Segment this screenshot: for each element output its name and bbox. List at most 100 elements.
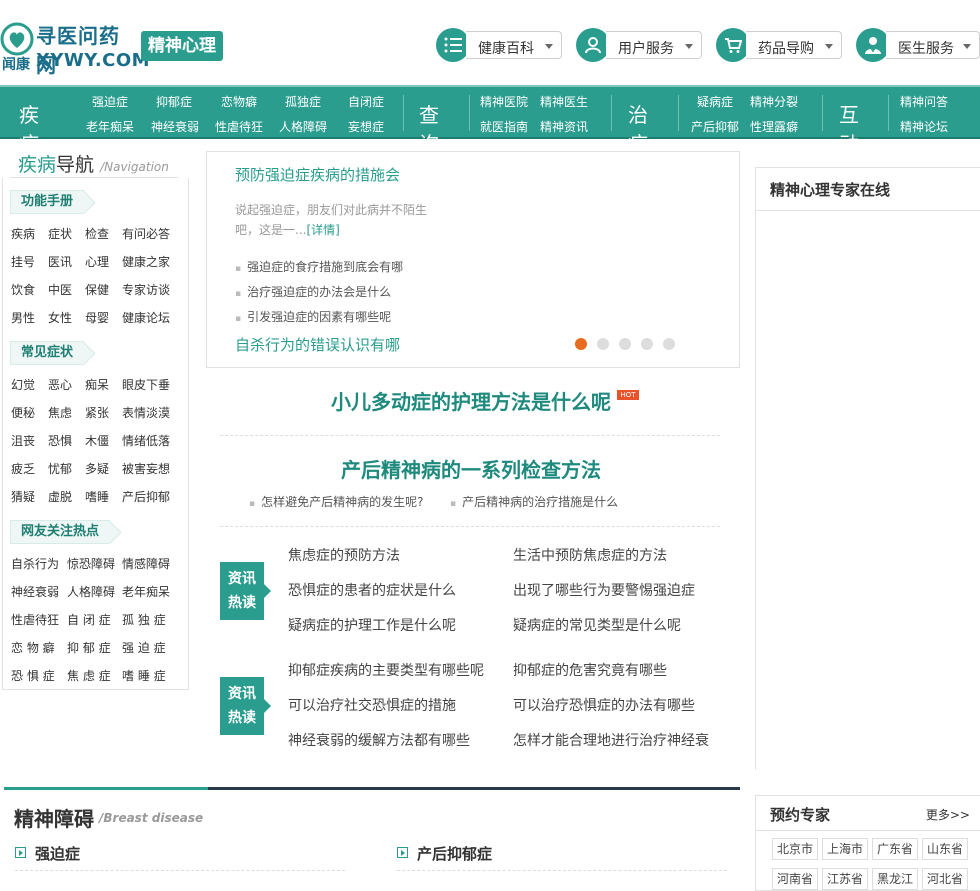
nav-link[interactable]: 老年痴呆	[86, 118, 134, 135]
grid-link[interactable]: 心理	[85, 253, 109, 270]
slider-dot[interactable]	[597, 338, 609, 350]
grid-link[interactable]: 表情淡漠	[122, 404, 170, 421]
slider-dot[interactable]	[663, 338, 675, 350]
reading-link[interactable]: 可以治疗恐惧症的办法有哪些	[513, 695, 695, 715]
nav-link[interactable]: 精神资讯	[540, 118, 588, 135]
reading-link[interactable]: 抑郁症的危害究竟有哪些	[513, 660, 667, 680]
grid-link[interactable]: 健康之家	[122, 253, 170, 270]
grid-link[interactable]: 中医	[48, 281, 72, 298]
grid-link[interactable]: 嗜睡	[85, 488, 109, 505]
slider-dot[interactable]	[641, 338, 653, 350]
list-item[interactable]: 引发强迫症的因素有哪些呢	[235, 308, 403, 333]
grid-link[interactable]: 紧张	[85, 404, 109, 421]
province-button[interactable]: 河南省	[772, 868, 819, 890]
reading-link[interactable]: 神经衰弱的缓解方法都有哪些	[288, 730, 470, 750]
nav-link[interactable]: 产后抑郁	[691, 118, 739, 135]
grid-link[interactable]: 嗜 睡 症	[122, 667, 166, 684]
province-button[interactable]: 上海市	[822, 838, 869, 860]
grid-link[interactable]: 情感障碍	[122, 555, 170, 572]
grid-link[interactable]: 母婴	[85, 309, 109, 326]
grid-link[interactable]: 猜疑	[11, 488, 35, 505]
slide-headline[interactable]: 预防强迫症疾病的措施会	[235, 164, 400, 185]
grid-link[interactable]: 自 闭 症	[67, 611, 111, 628]
grid-link[interactable]: 神经衰弱	[11, 583, 59, 600]
detail-link[interactable]: [详情]	[306, 223, 339, 237]
site-logo[interactable]: 寻医问药网 闻康 XYWY.COM	[0, 18, 150, 77]
nav-link[interactable]: 孤独症	[285, 93, 321, 110]
grid-link[interactable]: 多疑	[85, 460, 109, 477]
hot-headline-2[interactable]: 产后精神病的一系列检查方法	[341, 454, 601, 483]
grid-link[interactable]: 惊恐障碍	[67, 555, 115, 572]
nav-link[interactable]: 强迫症	[92, 93, 128, 110]
slider-dot[interactable]	[619, 338, 631, 350]
grid-link[interactable]: 饮食	[11, 281, 35, 298]
grid-link[interactable]: 疲乏	[11, 460, 35, 477]
grid-link[interactable]: 焦虑	[48, 404, 72, 421]
grid-link[interactable]: 恋 物 癖	[11, 639, 55, 656]
grid-link[interactable]: 医讯	[48, 253, 72, 270]
nav-link[interactable]: 自闭症	[348, 93, 384, 110]
province-button[interactable]: 山东省	[922, 838, 969, 860]
slide-headline-2[interactable]: 自杀行为的错误认识有哪	[235, 334, 400, 355]
nav-link[interactable]: 精神医生	[540, 93, 588, 110]
reading-link[interactable]: 疑病症的护理工作是什么呢	[288, 615, 456, 635]
channel-badge[interactable]: 精神心理	[141, 31, 223, 61]
reading-link[interactable]: 疑病症的常见类型是什么呢	[513, 615, 681, 635]
nav-link[interactable]: 就医指南	[480, 118, 528, 135]
province-button[interactable]: 黑龙江	[872, 868, 919, 890]
list-item[interactable]: 强迫症的食疗措施到底会有哪	[235, 258, 403, 283]
grid-link[interactable]: 专家访谈	[122, 281, 170, 298]
grid-link[interactable]: 挂号	[11, 253, 35, 270]
slider-dot-active[interactable]	[575, 338, 587, 350]
category-title-postpartum[interactable]: 产后抑郁症	[417, 843, 492, 864]
grid-link[interactable]: 强 迫 症	[122, 639, 166, 656]
grid-link[interactable]: 虚脱	[48, 488, 72, 505]
grid-link[interactable]: 健康论坛	[122, 309, 170, 326]
hot-headline-1[interactable]: 小儿多动症的护理方法是什么呢	[331, 386, 611, 415]
grid-link[interactable]: 恶心	[48, 376, 72, 393]
grid-link[interactable]: 老年痴呆	[122, 583, 170, 600]
reading-link[interactable]: 抑郁症疾病的主要类型有哪些呢	[288, 660, 484, 680]
nav-link[interactable]: 恋物癖	[221, 93, 257, 110]
grid-link[interactable]: 有问必答	[122, 225, 170, 242]
nav-link[interactable]: 性理露癖	[750, 118, 798, 135]
reading-link[interactable]: 焦虑症的预防方法	[288, 545, 400, 565]
grid-link[interactable]: 孤 独 症	[122, 611, 166, 628]
nav-link[interactable]: 人格障碍	[279, 118, 327, 135]
grid-link[interactable]: 检查	[85, 225, 109, 242]
grid-link[interactable]: 自杀行为	[11, 555, 59, 572]
grid-link[interactable]: 被害妄想	[122, 460, 170, 477]
grid-link[interactable]: 便秘	[11, 404, 35, 421]
nav-link[interactable]: 神经衰弱	[151, 118, 199, 135]
grid-link[interactable]: 沮丧	[11, 432, 35, 449]
more-link[interactable]: 更多>>	[926, 806, 970, 823]
province-button[interactable]: 北京市	[772, 838, 819, 860]
nav-link[interactable]: 疑病症	[697, 93, 733, 110]
reading-link[interactable]: 生活中预防焦虑症的方法	[513, 545, 667, 565]
reading-link[interactable]: 怎样才能合理地进行治疗神经衰	[513, 730, 709, 750]
province-button[interactable]: 广东省	[872, 838, 919, 860]
grid-link[interactable]: 幻觉	[11, 376, 35, 393]
hot-sub-link[interactable]: 产后精神病的治疗措施是什么	[450, 493, 618, 510]
province-button[interactable]: 江苏省	[822, 868, 869, 890]
grid-link[interactable]: 恐惧	[48, 432, 72, 449]
nav-link[interactable]: 精神论坛	[900, 118, 948, 135]
grid-link[interactable]: 症状	[48, 225, 72, 242]
nav-link[interactable]: 性虐待狂	[215, 118, 263, 135]
grid-link[interactable]: 情绪低落	[122, 432, 170, 449]
list-item[interactable]: 治疗强迫症的办法会是什么	[235, 283, 403, 308]
category-title-ocd[interactable]: 强迫症	[35, 843, 80, 864]
grid-link[interactable]: 保健	[85, 281, 109, 298]
grid-link[interactable]: 恐 惧 症	[11, 667, 55, 684]
nav-link[interactable]: 妄想症	[348, 118, 384, 135]
grid-link[interactable]: 人格障碍	[67, 583, 115, 600]
grid-link[interactable]: 男性	[11, 309, 35, 326]
grid-link[interactable]: 疾病	[11, 225, 35, 242]
reading-link[interactable]: 可以治疗社交恐惧症的措施	[288, 695, 456, 715]
province-button[interactable]: 河北省	[922, 868, 969, 890]
grid-link[interactable]: 女性	[48, 309, 72, 326]
grid-link[interactable]: 抑 郁 症	[67, 639, 111, 656]
hot-sub-link[interactable]: 怎样避免产后精神病的发生呢?	[249, 493, 423, 510]
nav-link[interactable]: 抑郁症	[156, 93, 192, 110]
nav-link[interactable]: 精神医院	[480, 93, 528, 110]
